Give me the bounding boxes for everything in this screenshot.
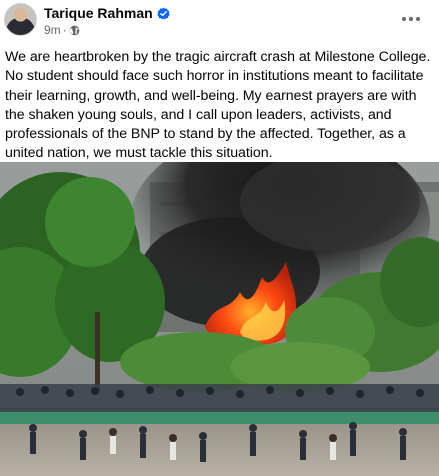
post-time[interactable]: 9m: [44, 23, 61, 37]
post-meta: 9m ·: [44, 23, 80, 37]
more-options-button[interactable]: [397, 6, 425, 32]
facebook-post: Tarique Rahman 9m · We are heartbroken b…: [0, 0, 439, 476]
more-options-icon: [402, 17, 420, 21]
globe-icon: [69, 25, 80, 36]
author-row: Tarique Rahman: [44, 4, 170, 22]
crash-scene-image: [0, 162, 439, 476]
avatar[interactable]: [4, 3, 37, 36]
meta-separator: ·: [62, 23, 67, 37]
verified-badge-icon: [156, 6, 170, 20]
author-name[interactable]: Tarique Rahman: [44, 5, 153, 21]
post-text: We are heartbroken by the tragic aircraf…: [5, 49, 431, 162]
post-header: Tarique Rahman 9m ·: [0, 0, 439, 44]
post-photo[interactable]: [0, 162, 439, 476]
